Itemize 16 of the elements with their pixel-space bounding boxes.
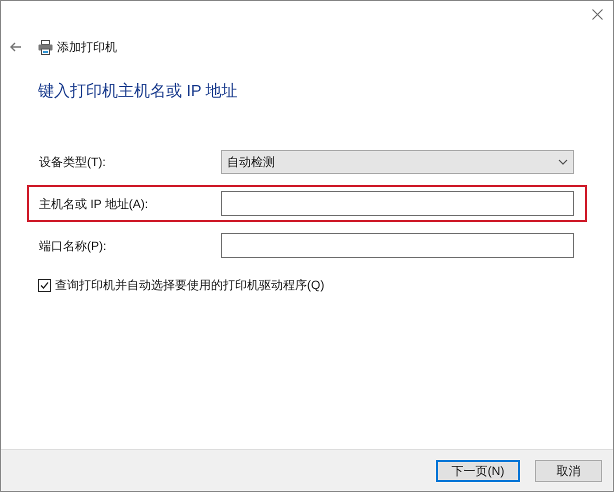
next-button[interactable]: 下一页(N) [436, 460, 520, 482]
page-heading: 键入打印机主机名或 IP 地址 [38, 83, 238, 100]
input-field[interactable] [221, 191, 574, 216]
device-type-dropdown[interactable]: 自动检测 [221, 150, 574, 174]
cancel-button[interactable]: 取消 [535, 460, 602, 482]
chevron-down-icon [558, 158, 568, 164]
field-label: 端口名称(P): [39, 238, 108, 254]
field-label: 主机名或 IP 地址(A): [39, 196, 150, 212]
input-field[interactable] [221, 233, 574, 258]
checkbox[interactable] [38, 278, 51, 292]
back-arrow-icon[interactable] [10, 42, 22, 52]
field-label: 设备类型(T): [39, 154, 107, 170]
close-icon[interactable] [592, 9, 603, 20]
printer-icon [38, 40, 53, 54]
window-title: 添加打印机 [57, 39, 117, 56]
checkbox-label: 查询打印机并自动选择要使用的打印机驱动程序(Q) [55, 277, 324, 294]
